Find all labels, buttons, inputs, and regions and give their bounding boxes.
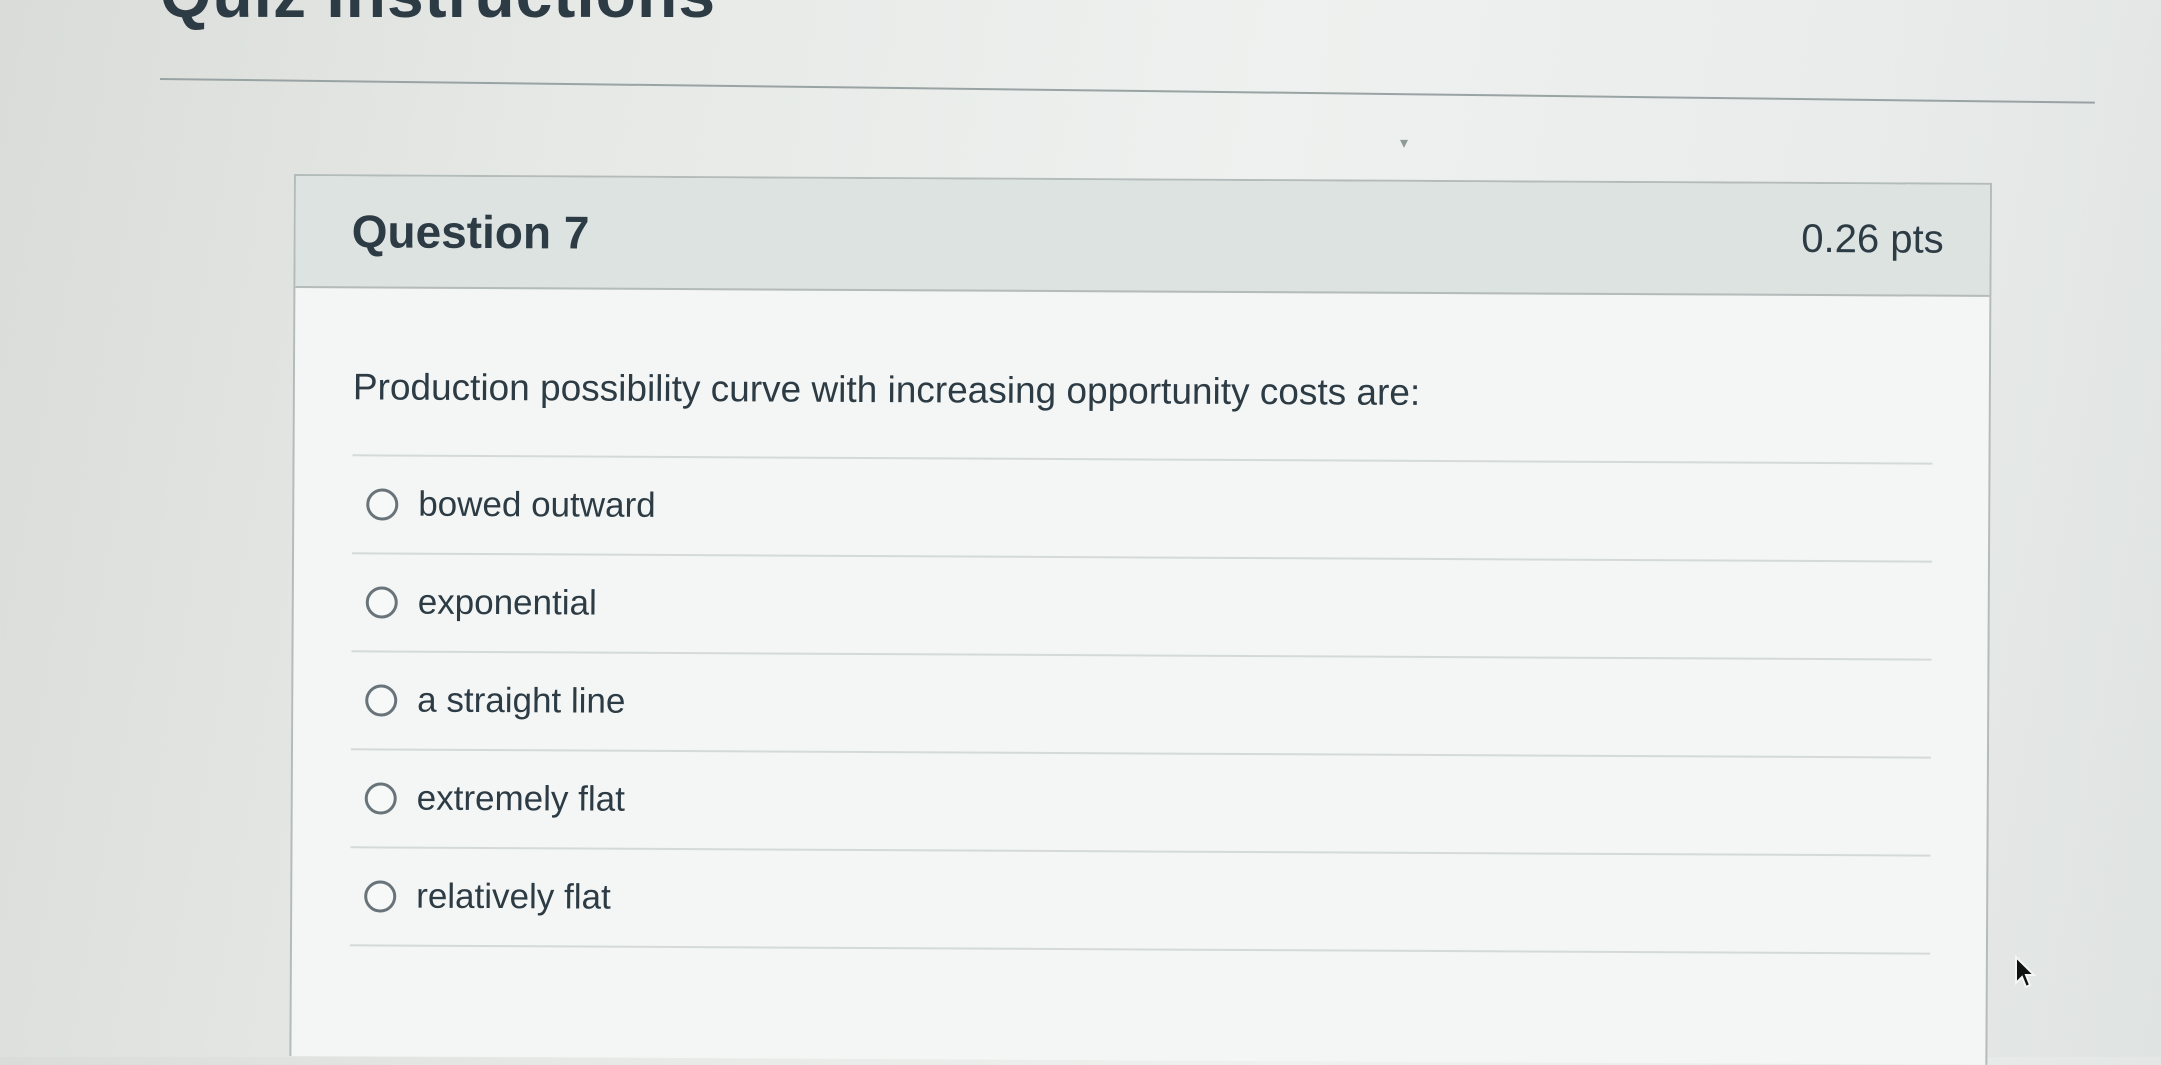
question-title: Question 7 [351,205,590,259]
question-card: Question 7 0.26 pts Production possibili… [289,174,1992,1065]
answer-label[interactable]: relatively flat [416,877,611,918]
radio-circle-icon[interactable] [365,586,398,619]
radio-circle-icon[interactable] [366,488,399,521]
radio-circle-icon[interactable] [364,880,397,913]
question-points: 0.26 pts [1801,216,1944,262]
heading-divider [159,78,2095,104]
answer-label[interactable]: a straight line [417,681,625,722]
answer-list: bowed outward exponential a straight lin… [349,454,1933,955]
question-text: Production possibility curve with increa… [352,366,1421,413]
answer-option[interactable]: relatively flat [349,848,1931,955]
down-arrow-mark-icon: ▾ [1400,135,1409,152]
answer-option[interactable]: extremely flat [350,750,1931,857]
answer-option[interactable]: a straight line [350,652,1932,759]
radio-circle-icon[interactable] [365,684,398,717]
mouse-pointer-icon [2015,955,2036,989]
quiz-screen: Quiz Instructions ▾ Question 7 0.26 pts … [0,0,2161,1065]
answer-label[interactable]: bowed outward [418,485,656,526]
answer-label[interactable]: exponential [418,583,597,624]
answer-option[interactable]: bowed outward [352,456,1933,563]
question-header: Question 7 0.26 pts [295,176,1990,297]
answer-option[interactable]: exponential [351,554,1932,661]
answer-label[interactable]: extremely flat [417,779,625,820]
page-heading: Quiz Instructions [160,0,716,32]
radio-circle-icon[interactable] [364,782,397,815]
